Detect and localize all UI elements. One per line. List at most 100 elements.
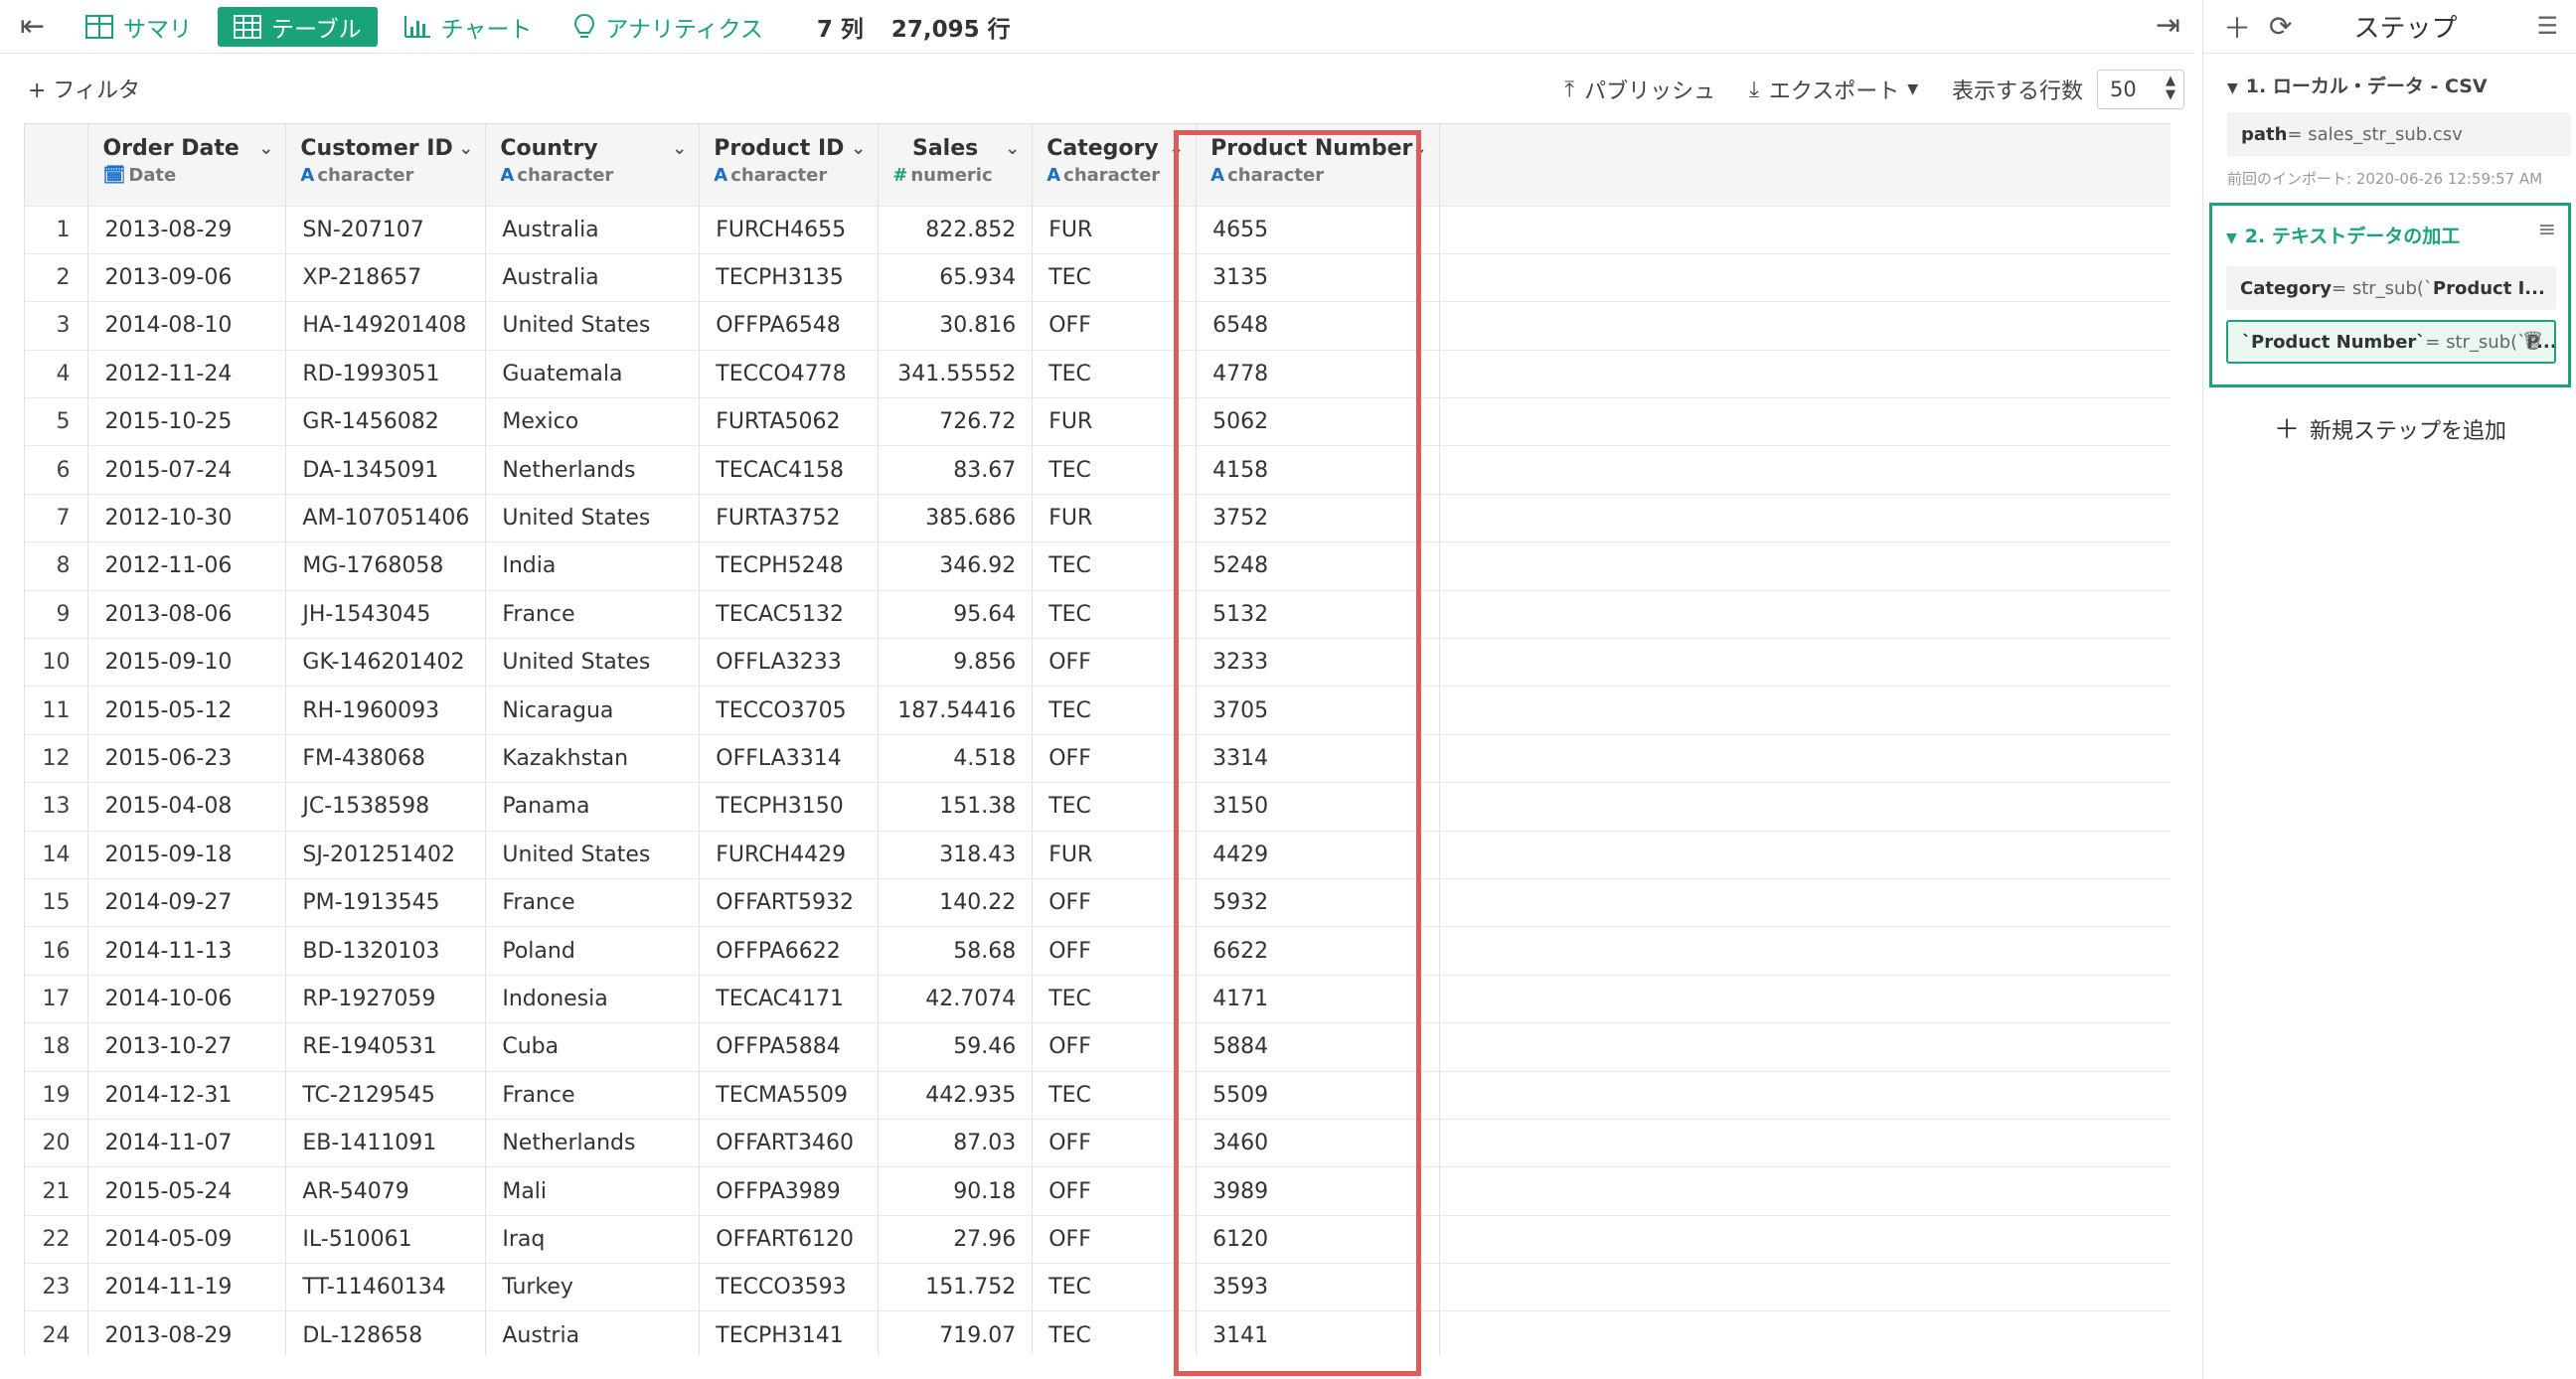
table-cell[interactable]: GR-1456082 <box>285 397 487 447</box>
step-title[interactable]: ▼ 2. テキストデータの加工 <box>2226 222 2568 248</box>
table-cell[interactable]: United States <box>485 494 701 543</box>
table-cell[interactable]: Mali <box>485 1166 701 1216</box>
table-cell[interactable]: 3705 <box>1196 686 1440 735</box>
table-cell[interactable]: AM-107051406 <box>285 494 487 543</box>
table-cell[interactable]: TEC <box>1032 686 1198 735</box>
publish-button[interactable]: ⤒ パブリッシュ <box>1564 74 1715 105</box>
table-cell[interactable]: OFFPA6622 <box>699 926 880 976</box>
collapse-right-icon[interactable]: ⇥ <box>2156 8 2180 43</box>
table-cell[interactable]: OFFPA3989 <box>699 1166 880 1216</box>
chevron-down-icon[interactable]: ⌄ <box>258 138 273 159</box>
table-cell[interactable]: 4778 <box>1196 350 1440 399</box>
table-cell[interactable]: TECPH5248 <box>699 541 880 591</box>
column-header-product-id[interactable]: Product ID Acharacter ⌄ <box>699 124 880 207</box>
table-cell[interactable]: TECCO4778 <box>699 350 880 399</box>
table-cell[interactable]: 726.72 <box>878 397 1034 447</box>
column-header-product-number[interactable]: Product Number Acharacter ⌄ <box>1196 124 1440 207</box>
table-cell[interactable]: OFFART6120 <box>699 1215 880 1265</box>
table-cell[interactable]: 2014-08-10 <box>87 301 287 351</box>
table-cell[interactable]: TECCO3705 <box>699 686 880 735</box>
table-cell[interactable]: 95.64 <box>878 590 1034 640</box>
table-cell[interactable]: OFF <box>1032 734 1198 784</box>
table-cell[interactable]: 2012-11-06 <box>87 541 287 591</box>
table-cell[interactable]: RE-1940531 <box>285 1022 487 1072</box>
table-cell[interactable]: JH-1543045 <box>285 590 487 640</box>
table-cell[interactable]: OFFPA5884 <box>699 1022 880 1072</box>
table-cell[interactable]: 2013-08-29 <box>87 206 287 254</box>
table-cell[interactable]: EB-1411091 <box>285 1119 487 1168</box>
table-cell[interactable]: FURTA3752 <box>699 494 880 543</box>
table-cell[interactable]: 2014-12-31 <box>87 1071 287 1120</box>
table-cell[interactable]: MG-1768058 <box>285 541 487 591</box>
table-cell[interactable]: FURCH4429 <box>699 831 880 879</box>
table-cell[interactable]: 58.68 <box>878 926 1034 976</box>
table-cell[interactable]: France <box>485 878 701 928</box>
table-cell[interactable]: Panama <box>485 782 701 832</box>
table-cell[interactable]: 3135 <box>1196 253 1440 303</box>
chevron-down-icon[interactable]: ⌄ <box>1412 138 1427 159</box>
table-cell[interactable]: United States <box>485 638 701 688</box>
table-cell[interactable]: Austria <box>485 1310 701 1355</box>
plus-icon[interactable]: ＋ <box>2223 7 2251 47</box>
table-cell[interactable]: 3752 <box>1196 494 1440 543</box>
tab-chart[interactable]: チャート <box>388 7 549 47</box>
table-cell[interactable]: Turkey <box>485 1263 701 1312</box>
table-cell[interactable]: 2014-10-06 <box>87 975 287 1024</box>
collapse-left-icon[interactable]: ⇤ <box>20 7 70 47</box>
table-cell[interactable]: TECAC5132 <box>699 590 880 640</box>
table-cell[interactable]: TECAC4171 <box>699 975 880 1024</box>
table-cell[interactable]: 151.752 <box>878 1263 1034 1312</box>
chevron-down-icon[interactable]: ⌄ <box>672 138 687 159</box>
table-cell[interactable]: DA-1345091 <box>285 445 487 495</box>
tab-table[interactable]: テーブル <box>218 6 378 47</box>
table-cell[interactable]: 2014-09-27 <box>87 878 287 928</box>
column-header-customer-id[interactable]: Customer ID Acharacter ⌄ <box>285 124 487 207</box>
table-cell[interactable]: 318.43 <box>878 831 1034 879</box>
table-cell[interactable]: 2015-09-10 <box>87 638 287 688</box>
table-cell[interactable]: FM-438068 <box>285 734 487 784</box>
table-cell[interactable]: 2015-05-24 <box>87 1166 287 1216</box>
table-cell[interactable]: DL-128658 <box>285 1310 487 1355</box>
table-cell[interactable]: 2015-07-24 <box>87 445 287 495</box>
table-cell[interactable]: 42.7074 <box>878 975 1034 1024</box>
table-cell[interactable]: AR-54079 <box>285 1166 487 1216</box>
table-cell[interactable]: 5062 <box>1196 397 1440 447</box>
chevron-down-icon[interactable]: ⌄ <box>851 138 866 159</box>
table-cell[interactable]: 385.686 <box>878 494 1034 543</box>
step-text-processing[interactable]: ▼ 2. テキストデータの加工 ≡ Category = str_sub(` Pro… <box>2209 203 2571 387</box>
tab-summary[interactable]: サマリ <box>70 7 208 47</box>
table-cell[interactable]: 2015-09-18 <box>87 831 287 879</box>
export-button[interactable]: ⤓ エクスポート ▼ <box>1749 74 1918 105</box>
settings-sliders-icon[interactable]: ☰ <box>2536 12 2558 40</box>
chevron-down-icon[interactable]: ⌄ <box>458 138 473 159</box>
table-cell[interactable]: TEC <box>1032 1263 1198 1312</box>
table-cell[interactable]: 3314 <box>1196 734 1440 784</box>
table-cell[interactable]: FUR <box>1032 831 1198 879</box>
table-cell[interactable]: 6548 <box>1196 301 1440 351</box>
column-header-order-date[interactable]: Order Date 🗓 Date ⌄ <box>87 124 287 207</box>
table-cell[interactable]: 341.55552 <box>878 350 1034 399</box>
table-cell[interactable]: 3233 <box>1196 638 1440 688</box>
table-cell[interactable]: 3989 <box>1196 1166 1440 1216</box>
table-cell[interactable]: 2015-05-12 <box>87 686 287 735</box>
table-cell[interactable]: Netherlands <box>485 445 701 495</box>
table-cell[interactable]: 59.46 <box>878 1022 1034 1072</box>
table-cell[interactable]: Australia <box>485 206 701 254</box>
table-cell[interactable]: TECPH3150 <box>699 782 880 832</box>
table-cell[interactable]: France <box>485 590 701 640</box>
table-cell[interactable]: TEC <box>1032 541 1198 591</box>
table-cell[interactable]: TT-11460134 <box>285 1263 487 1312</box>
table-cell[interactable]: 5509 <box>1196 1071 1440 1120</box>
table-cell[interactable]: GK-146201402 <box>285 638 487 688</box>
table-cell[interactable]: PM-1913545 <box>285 878 487 928</box>
table-cell[interactable]: United States <box>485 831 701 879</box>
table-cell[interactable]: TEC <box>1032 445 1198 495</box>
table-cell[interactable]: TECPH3141 <box>699 1310 880 1355</box>
table-cell[interactable]: 6120 <box>1196 1215 1440 1265</box>
table-cell[interactable]: 2013-08-06 <box>87 590 287 640</box>
table-cell[interactable]: 151.38 <box>878 782 1034 832</box>
column-header-sales[interactable]: Sales # numeric ⌄ <box>878 124 1034 207</box>
table-cell[interactable]: 65.934 <box>878 253 1034 303</box>
step-local-data[interactable]: ▼ 1. ローカル・データ - CSV path = sales_str_sub.… <box>2203 54 2576 189</box>
table-cell[interactable]: United States <box>485 301 701 351</box>
